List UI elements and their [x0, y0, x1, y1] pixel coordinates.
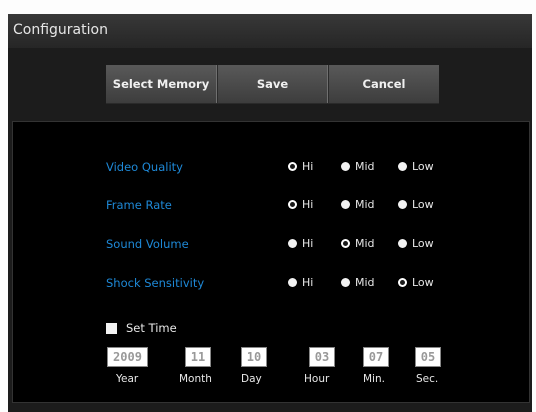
set-time-checkbox[interactable]: [106, 322, 117, 334]
shock-sensitivity-mid-option[interactable]: Mid: [341, 276, 375, 289]
setting-row-frame-rate: Frame Rate Hi Mid Low: [13, 197, 529, 215]
option-label: Hi: [302, 276, 314, 289]
radio-selected-icon[interactable]: [398, 278, 407, 287]
toolbar: Select Memory Save Cancel: [106, 65, 439, 104]
radio-icon[interactable]: [398, 239, 407, 248]
option-label: Low: [412, 276, 434, 289]
radio-icon[interactable]: [398, 200, 407, 209]
window-title: Configuration: [13, 22, 108, 38]
minute-field[interactable]: 07: [363, 347, 389, 367]
radio-icon[interactable]: [341, 162, 350, 171]
setting-label: Video Quality: [106, 160, 183, 174]
sound-volume-mid-option[interactable]: Mid: [341, 237, 375, 250]
hour-field[interactable]: 03: [309, 347, 335, 367]
video-quality-low-option[interactable]: Low: [398, 160, 434, 173]
video-quality-mid-option[interactable]: Mid: [341, 160, 375, 173]
option-label: Mid: [355, 237, 375, 250]
radio-selected-icon[interactable]: [288, 162, 297, 171]
frame-rate-mid-option[interactable]: Mid: [341, 198, 375, 211]
second-field[interactable]: 05: [415, 347, 441, 367]
set-time-label: Set Time: [126, 321, 177, 335]
setting-row-video-quality: Video Quality Hi Mid Low: [13, 159, 529, 177]
year-field[interactable]: 2009: [107, 347, 148, 367]
radio-selected-icon[interactable]: [341, 239, 350, 248]
setting-row-sound-volume: Sound Volume Hi Mid Low: [13, 236, 529, 254]
option-label: Low: [412, 237, 434, 250]
cancel-button[interactable]: Cancel: [328, 65, 439, 103]
option-label: Low: [412, 160, 434, 173]
radio-icon[interactable]: [341, 200, 350, 209]
option-label: Low: [412, 198, 434, 211]
hour-label: Hour: [304, 373, 330, 385]
radio-icon[interactable]: [288, 239, 297, 248]
sound-volume-hi-option[interactable]: Hi: [288, 237, 313, 250]
radio-icon[interactable]: [341, 278, 350, 287]
title-bar: Configuration: [8, 14, 532, 48]
month-label: Month: [179, 373, 212, 385]
option-label: Mid: [355, 276, 375, 289]
option-label: Hi: [302, 198, 314, 211]
shock-sensitivity-low-option[interactable]: Low: [398, 276, 434, 289]
settings-panel: Video Quality Hi Mid Low Frame Rate Hi M…: [12, 121, 530, 403]
set-time-row: Set Time: [106, 321, 177, 335]
select-memory-button[interactable]: Select Memory: [106, 65, 217, 103]
option-label: Hi: [302, 160, 314, 173]
setting-label: Sound Volume: [106, 237, 189, 251]
month-field[interactable]: 11: [185, 347, 211, 367]
sound-volume-low-option[interactable]: Low: [398, 237, 434, 250]
save-button[interactable]: Save: [217, 65, 328, 103]
option-label: Hi: [302, 237, 314, 250]
configuration-window: Configuration Select Memory Save Cancel …: [8, 14, 532, 412]
minute-label: Min.: [363, 373, 385, 385]
year-label: Year: [116, 373, 139, 385]
shock-sensitivity-hi-option[interactable]: Hi: [288, 276, 313, 289]
option-label: Mid: [355, 160, 375, 173]
radio-icon[interactable]: [288, 278, 297, 287]
radio-icon[interactable]: [398, 162, 407, 171]
day-label: Day: [241, 373, 262, 385]
frame-rate-hi-option[interactable]: Hi: [288, 198, 313, 211]
video-quality-hi-option[interactable]: Hi: [288, 160, 313, 173]
frame-rate-low-option[interactable]: Low: [398, 198, 434, 211]
setting-row-shock-sensitivity: Shock Sensitivity Hi Mid Low: [13, 275, 529, 293]
option-label: Mid: [355, 198, 375, 211]
setting-label: Frame Rate: [106, 198, 172, 212]
setting-label: Shock Sensitivity: [106, 276, 205, 290]
radio-selected-icon[interactable]: [288, 200, 297, 209]
second-label: Sec.: [416, 373, 439, 385]
day-field[interactable]: 10: [241, 347, 267, 367]
